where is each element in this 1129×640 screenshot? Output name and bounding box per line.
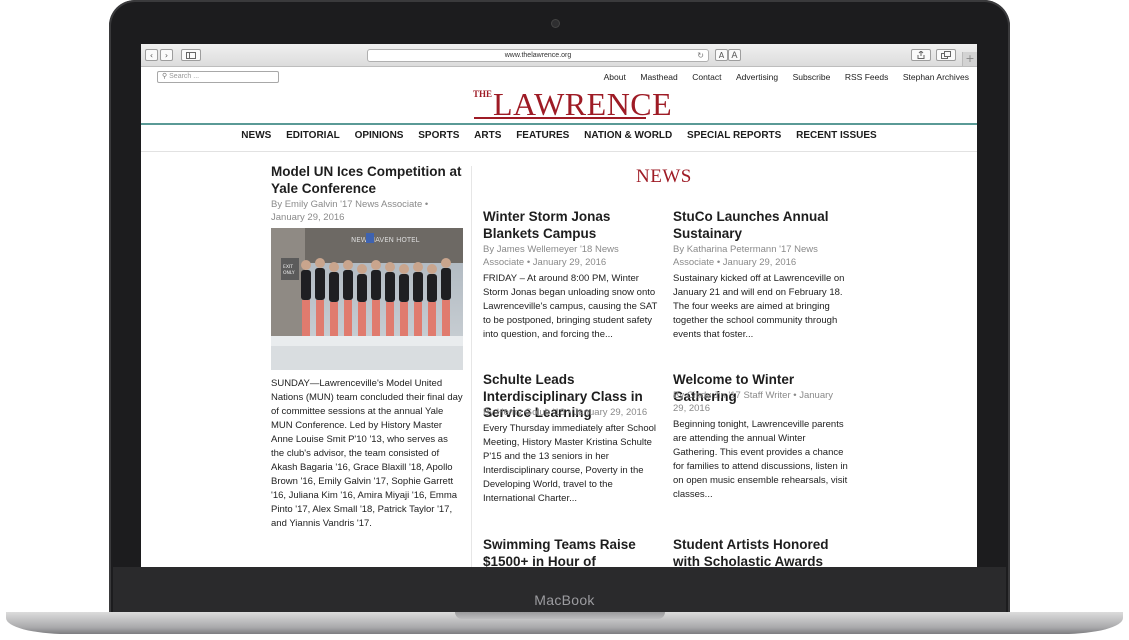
- featured-photo[interactable]: EXIT ONLY NEW HAVEN HOTEL: [271, 228, 463, 370]
- browser-toolbar: ‹ › www.thelawrence.org ↻ A A +: [141, 44, 977, 67]
- link-subscribe[interactable]: Subscribe: [793, 72, 831, 82]
- nav-special-reports[interactable]: SPECIAL REPORTS: [687, 130, 781, 141]
- header-divider: [141, 123, 977, 125]
- article-headline[interactable]: Winter Storm Jonas Blankets Campus: [483, 209, 658, 242]
- nav-news[interactable]: NEWS: [241, 130, 271, 141]
- nav-recent-issues[interactable]: RECENT ISSUES: [796, 130, 877, 141]
- nav-sports[interactable]: SPORTS: [418, 130, 459, 141]
- article-byline: By Cindy Jin '17 Staff Writer • January …: [673, 390, 834, 414]
- sidebar-icon: [186, 52, 196, 59]
- featured-headline[interactable]: Model UN Ices Competition at Yale Confer…: [271, 164, 467, 197]
- article-byline: By Henry Golub '18 • January 29, 2016: [483, 407, 648, 418]
- link-stephan-archives[interactable]: Stephan Archives: [903, 72, 969, 82]
- tabs-overview-button[interactable]: [936, 49, 956, 61]
- link-about[interactable]: About: [604, 72, 626, 82]
- article-excerpt: FRIDAY – At around 8:00 PM, Winter Storm…: [483, 273, 658, 340]
- search-icon: ⚲: [162, 73, 168, 80]
- text-smaller-button[interactable]: A: [715, 49, 728, 61]
- text-larger-button[interactable]: A: [728, 49, 741, 61]
- nav-features[interactable]: FEATURES: [516, 130, 569, 141]
- article-byline: By James Wellemeyer '18 News Associate •…: [483, 244, 619, 268]
- forward-button[interactable]: ›: [160, 49, 173, 61]
- article-excerpt: Beginning tonight, Lawrenceville parents…: [673, 419, 848, 500]
- featured-body: SUNDAY—Lawrenceville's Model United Nati…: [271, 378, 463, 529]
- group-photo-image: EXIT ONLY NEW HAVEN HOTEL: [271, 228, 463, 370]
- section-title-news: NEWS: [636, 166, 692, 187]
- article-headline[interactable]: Swimming Teams Raise $1500+ in Hour of C…: [483, 537, 663, 567]
- hotel-sign: NEW HAVEN HOTEL: [351, 236, 420, 244]
- browser-screen: ‹ › www.thelawrence.org ↻ A A + ⚲ Search …: [141, 44, 977, 567]
- back-button[interactable]: ‹: [145, 49, 158, 61]
- new-tab-button[interactable]: +: [962, 52, 977, 66]
- article-headline[interactable]: Student Artists Honored with Scholastic …: [673, 537, 848, 567]
- main-nav: NEWS EDITORIAL OPINIONS SPORTS ARTS FEAT…: [141, 130, 977, 141]
- url-text: www.thelawrence.org: [504, 52, 572, 59]
- link-advertising[interactable]: Advertising: [736, 72, 778, 82]
- logo-underline: [474, 117, 646, 119]
- nav-divider: [141, 151, 977, 152]
- search-placeholder: Search ...: [169, 73, 200, 80]
- tabs-icon: [941, 51, 951, 59]
- address-bar[interactable]: www.thelawrence.org ↻: [367, 49, 709, 62]
- exit-sign-text: EXIT: [283, 264, 293, 270]
- link-contact[interactable]: Contact: [692, 72, 721, 82]
- camera-icon: [552, 20, 559, 27]
- sidebar-toggle-button[interactable]: [181, 49, 201, 61]
- reload-icon[interactable]: ↻: [697, 50, 704, 62]
- article-excerpt: Sustainary kicked off at Lawrenceville o…: [673, 273, 845, 340]
- laptop-notch: [455, 612, 665, 619]
- article-byline: By Katharina Petermann '17 News Associat…: [673, 244, 818, 268]
- logo-the: THE: [473, 89, 493, 99]
- top-links: About Masthead Contact Advertising Subsc…: [589, 72, 969, 82]
- featured-byline: By Emily Galvin '17 News Associate • Jan…: [271, 199, 429, 223]
- share-button[interactable]: [911, 49, 931, 61]
- nav-nation-world[interactable]: NATION & WORLD: [584, 130, 672, 141]
- nav-arts[interactable]: ARTS: [474, 130, 501, 141]
- device-label: MacBook: [534, 592, 595, 608]
- exit-sign-text-2: ONLY: [283, 270, 295, 276]
- share-icon: [917, 50, 925, 59]
- link-masthead[interactable]: Masthead: [640, 72, 677, 82]
- search-input[interactable]: ⚲ Search ...: [157, 71, 279, 83]
- article-excerpt: Every Thursday immediately after School …: [483, 423, 657, 504]
- nav-opinions[interactable]: OPINIONS: [355, 130, 404, 141]
- article-headline[interactable]: StuCo Launches Annual Sustainary: [673, 209, 843, 242]
- nav-editorial[interactable]: EDITORIAL: [286, 130, 340, 141]
- column-divider: [471, 166, 472, 567]
- link-rss-feeds[interactable]: RSS Feeds: [845, 72, 888, 82]
